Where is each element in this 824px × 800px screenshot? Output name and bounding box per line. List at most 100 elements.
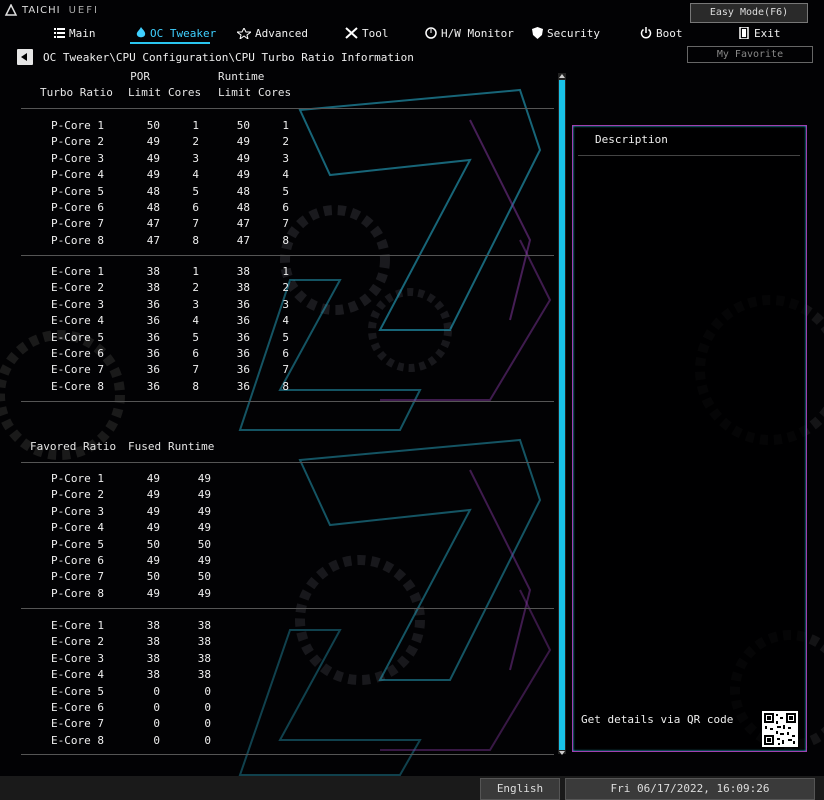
tab-label: Tool [362, 26, 389, 40]
runtime-cores-value: 4 [282, 168, 289, 182]
tab-oc-tweaker[interactable]: OC Tweaker [136, 24, 216, 42]
core-name: E-Core 5 [51, 330, 104, 344]
core-name: P-Core 4 [51, 168, 104, 182]
por-cores-value: 5 [192, 330, 199, 344]
tab-advanced[interactable]: Advanced [237, 24, 308, 42]
divider [21, 754, 554, 755]
tab-exit[interactable]: Exit [739, 24, 781, 42]
core-name: P-Core 8 [51, 586, 104, 600]
fused-value: 49 [146, 521, 160, 535]
por-limit-header: Limit [128, 86, 162, 99]
datetime-display: Fri 06/17/2022, 16:09:26 [565, 778, 815, 800]
fused-header: Fused [128, 440, 162, 453]
qr-code-icon [762, 711, 798, 747]
runtime-cores-value: 2 [282, 281, 289, 295]
runtime-cores-value: 2 [282, 135, 289, 149]
tab-label: Boot [656, 26, 683, 40]
divider [21, 108, 554, 109]
shield-icon [532, 27, 543, 39]
fused-value: 0 [153, 717, 160, 731]
core-name: P-Core 8 [51, 233, 104, 247]
tab-main[interactable]: Main [54, 24, 96, 42]
core-name: E-Core 3 [51, 651, 104, 665]
brand-name: TAICHI [22, 5, 61, 16]
back-button[interactable] [17, 49, 33, 65]
runtime-limit-header: Limit [218, 86, 252, 99]
brand-logo: TAICHI UEFI [22, 5, 99, 16]
core-name: P-Core 2 [51, 488, 104, 502]
tab-label: OC Tweaker [150, 26, 217, 40]
por-cores-value: 5 [192, 184, 199, 198]
core-name: E-Core 8 [51, 379, 104, 393]
divider [578, 155, 800, 156]
monitor-icon [425, 27, 437, 39]
por-cores-value: 6 [192, 347, 199, 360]
my-favorite-button[interactable]: My Favorite [687, 46, 813, 63]
core-name: P-Core 7 [51, 570, 104, 584]
por-cores-value: 6 [192, 201, 199, 214]
por-cores-value: 8 [192, 379, 199, 393]
runtime-value: 0 [204, 701, 211, 714]
brand-suffix: UEFI [68, 5, 99, 16]
runtime-limit-value: 48 [236, 201, 250, 214]
fused-value: 38 [146, 651, 160, 665]
runtime-limit-value: 36 [236, 347, 250, 360]
runtime-limit-value: 48 [236, 184, 250, 198]
runtime-limit-value: 36 [236, 379, 250, 393]
runtime-cores-value: 3 [282, 151, 289, 165]
scroll-down-arrow-icon[interactable] [558, 750, 566, 756]
scroll-up-arrow-icon[interactable] [558, 73, 566, 79]
runtime-limit-value: 50 [236, 119, 250, 132]
core-name: E-Core 7 [51, 363, 104, 377]
fused-value: 50 [146, 570, 160, 584]
taichi-logo-icon [4, 4, 18, 16]
runtime-cores-value: 5 [282, 330, 289, 344]
runtime-limit-value: 49 [236, 151, 250, 165]
easy-mode-button[interactable]: Easy Mode(F6) [690, 3, 808, 23]
description-panel [572, 125, 807, 752]
runtime-value: 38 [197, 651, 211, 665]
core-name: E-Core 2 [51, 635, 104, 649]
fused-value: 0 [153, 701, 160, 714]
runtime-value: 49 [197, 488, 211, 502]
por-limit-value: 47 [146, 233, 160, 247]
por-cores-value: 2 [192, 135, 199, 149]
runtime-limit-value: 49 [236, 168, 250, 182]
por-cores-value: 3 [192, 297, 199, 311]
tab-label: H/W Monitor [441, 26, 514, 40]
runtime-cores-value: 6 [282, 347, 289, 360]
tab-boot[interactable]: Boot [640, 24, 683, 42]
tab-tool[interactable]: Tool [345, 24, 389, 42]
por-limit-value: 36 [146, 297, 160, 311]
fused-value: 38 [146, 635, 160, 649]
scrollbar-thumb[interactable] [559, 80, 565, 750]
power-icon [640, 27, 652, 39]
runtime-group-header: Runtime [218, 70, 265, 83]
tab-security[interactable]: Security [532, 24, 600, 42]
runtime-value: 50 [197, 537, 211, 551]
divider [21, 401, 554, 402]
breadcrumb: OC Tweaker\CPU Configuration\CPU Turbo R… [43, 51, 414, 64]
runtime-limit-value: 49 [236, 135, 250, 149]
por-limit-value: 36 [146, 363, 160, 377]
core-name: E-Core 1 [51, 265, 104, 278]
por-limit-value: 38 [146, 265, 160, 278]
runtime-value: 49 [197, 472, 211, 485]
runtime-cores-value: 8 [282, 233, 289, 247]
language-selector[interactable]: English [480, 778, 560, 800]
runtime-limit-value: 47 [236, 233, 250, 247]
fused-value: 49 [146, 504, 160, 518]
core-name: E-Core 4 [51, 668, 104, 682]
star-icon [237, 27, 251, 39]
core-name: E-Core 7 [51, 717, 104, 731]
fused-value: 0 [153, 684, 160, 698]
core-name: E-Core 1 [51, 619, 104, 632]
core-name: E-Core 3 [51, 297, 104, 311]
core-name: E-Core 8 [51, 733, 104, 747]
runtime-cores-value: 4 [282, 314, 289, 328]
tab-hw-monitor[interactable]: H/W Monitor [425, 24, 514, 42]
por-limit-value: 48 [146, 201, 160, 214]
por-limit-value: 36 [146, 330, 160, 344]
por-limit-value: 38 [146, 281, 160, 295]
por-cores-value: 1 [192, 119, 199, 132]
